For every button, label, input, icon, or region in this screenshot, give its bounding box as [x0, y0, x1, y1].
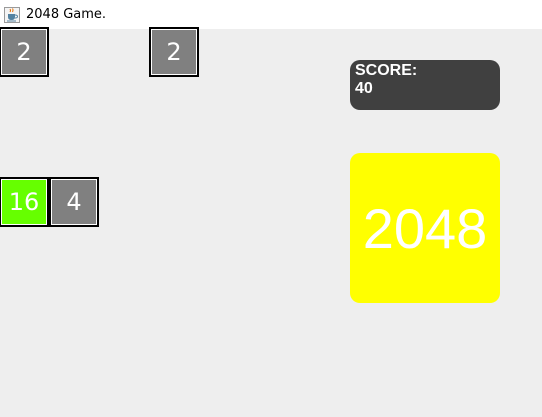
java-cup-icon: [4, 6, 20, 23]
game-window: 2048 Game. 2 2 16 4 SCORE: 40 2048: [0, 0, 542, 417]
title-bar: 2048 Game.: [0, 0, 542, 29]
score-value: 40: [355, 80, 373, 97]
tile: 2: [149, 27, 199, 77]
tile: 4: [49, 177, 99, 227]
tile: 16: [0, 177, 49, 227]
target-value: 2048: [362, 196, 488, 260]
game-board: 2 2 16 4 SCORE: 40 2048: [0, 27, 542, 417]
target-tile: 2048: [350, 153, 500, 303]
score-label: SCORE:: [355, 62, 418, 79]
score-panel: SCORE: 40: [350, 60, 500, 110]
tile: 2: [0, 27, 49, 77]
window-title: 2048 Game.: [26, 7, 107, 22]
